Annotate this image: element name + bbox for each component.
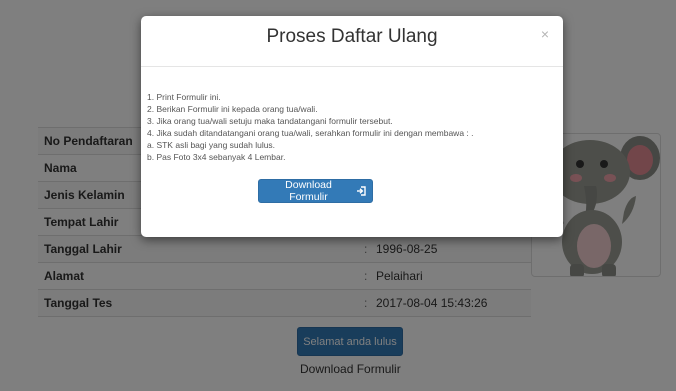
instruction-list: 1. Print Formulir ini. 2. Berikan Formul… <box>147 91 563 163</box>
list-item: 4. Jika sudah ditandatangani orang tua/w… <box>147 128 474 138</box>
list-item: 1. Print Formulir ini. <box>147 92 221 102</box>
list-item: b. Pas Foto 3x4 sebanyak 4 Lembar. <box>147 152 286 162</box>
sign-in-icon <box>356 186 366 196</box>
registration-modal: Proses Daftar Ulang × 1. Print Formulir … <box>141 16 563 237</box>
list-item: a. STK asli bagi yang sudah lulus. <box>147 140 276 150</box>
list-item: 2. Berikan Formulir ini kepada orang tua… <box>147 104 318 114</box>
modal-title: Proses Daftar Ulang <box>266 26 438 47</box>
download-button-label: Download Formulir <box>285 179 332 203</box>
download-form-button[interactable]: Download Formulir <box>258 179 373 203</box>
modal-header: Proses Daftar Ulang × <box>141 16 563 67</box>
modal-body: 1. Print Formulir ini. 2. Berikan Formul… <box>141 67 563 163</box>
list-item: 3. Jika orang tua/wali setuju maka tanda… <box>147 116 393 126</box>
close-icon[interactable]: × <box>541 26 549 42</box>
